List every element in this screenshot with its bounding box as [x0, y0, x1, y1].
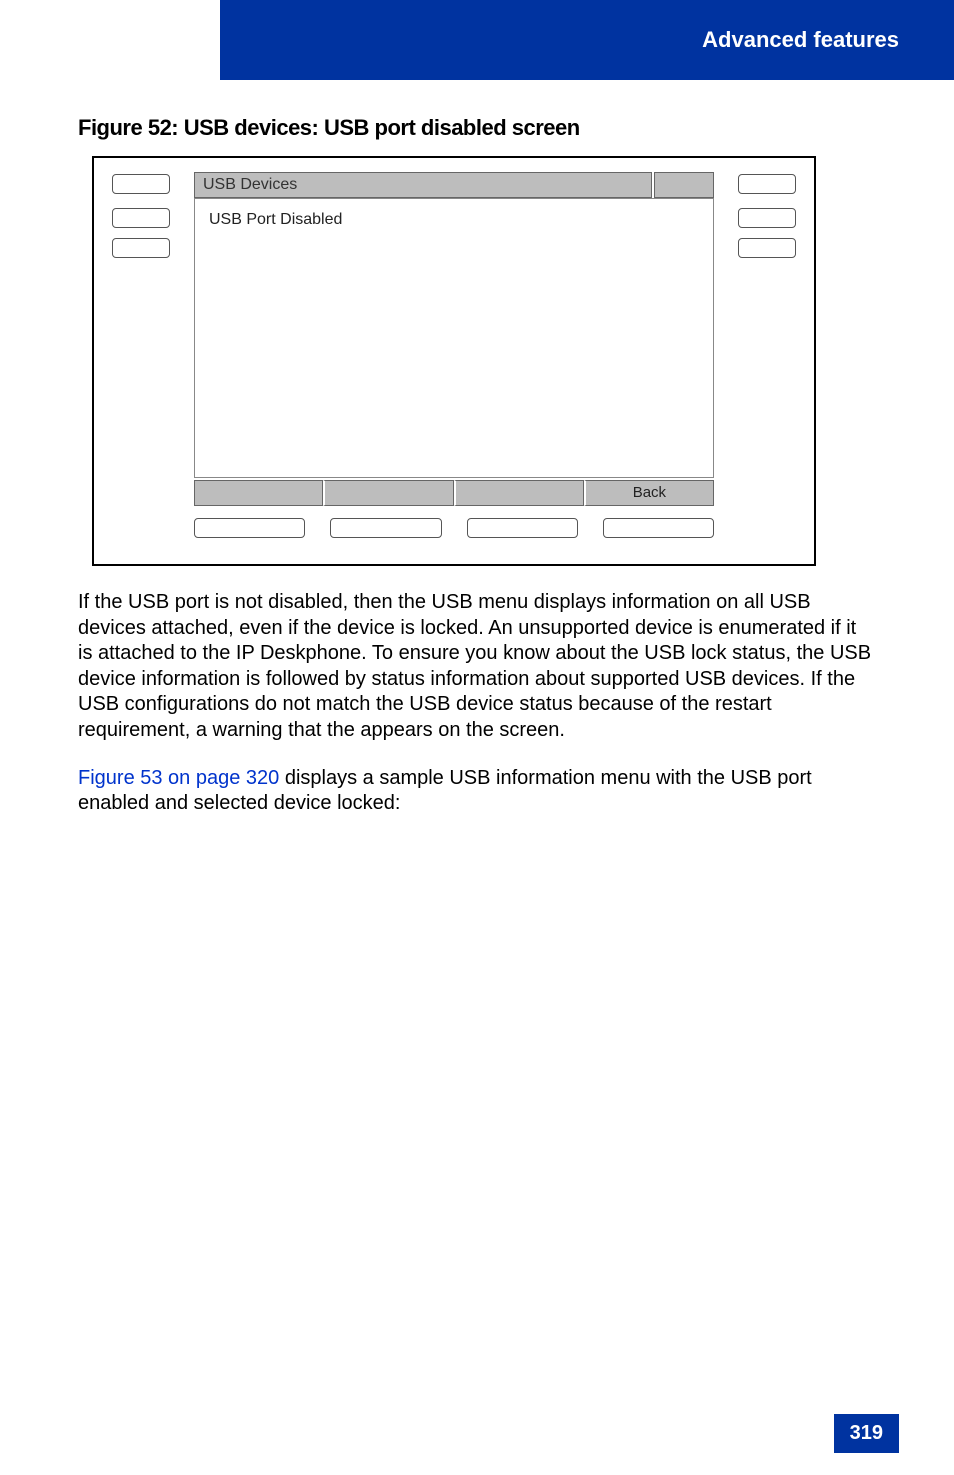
- body-paragraph-1: If the USB port is not disabled, then th…: [78, 590, 876, 744]
- page-header-bar: Advanced features: [220, 0, 954, 80]
- left-side-key-2: [112, 208, 170, 228]
- bottom-key-1: [194, 518, 305, 538]
- left-side-key-3: [112, 238, 170, 258]
- softkey-1[interactable]: [194, 480, 323, 506]
- screen-title-corner: [654, 172, 714, 198]
- softkey-4-back[interactable]: Back: [584, 480, 714, 506]
- bottom-key-4: [603, 518, 714, 538]
- bottom-key-2: [330, 518, 441, 538]
- screen-body-area: USB Port Disabled: [194, 198, 714, 478]
- bottom-key-3: [467, 518, 578, 538]
- screen-header-row: USB Devices: [194, 172, 714, 198]
- softkey-3[interactable]: [454, 480, 584, 506]
- right-side-key-2: [738, 208, 796, 228]
- figure-53-link[interactable]: Figure 53 on page 320: [78, 767, 279, 789]
- figure-caption: Figure 52: USB devices: USB port disable…: [78, 115, 876, 141]
- phone-screen-figure: USB Devices USB Port Disabled Back: [92, 156, 816, 566]
- page-content: Figure 52: USB devices: USB port disable…: [78, 115, 876, 817]
- screen-body-text: USB Port Disabled: [195, 199, 713, 241]
- bottom-key-row: [194, 518, 714, 538]
- softkey-2[interactable]: [323, 480, 453, 506]
- right-side-key-3: [738, 238, 796, 258]
- page-header-title: Advanced features: [702, 27, 899, 53]
- left-side-key-1: [112, 174, 170, 194]
- right-side-key-1: [738, 174, 796, 194]
- page-number: 319: [834, 1414, 899, 1453]
- softkey-row: Back: [194, 480, 714, 506]
- screen-title-bar: USB Devices: [194, 172, 652, 198]
- body-paragraph-2: Figure 53 on page 320 displays a sample …: [78, 766, 876, 817]
